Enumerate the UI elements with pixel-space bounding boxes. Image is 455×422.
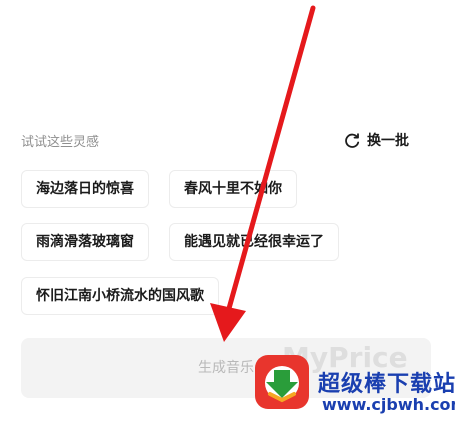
- refresh-label: 换一批: [367, 133, 409, 149]
- refresh-icon: [345, 133, 360, 148]
- inspiration-chip-5[interactable]: 怀旧江南小桥流水的国风歌: [21, 277, 219, 315]
- inspiration-chip-1[interactable]: 海边落日的惊喜: [21, 170, 149, 208]
- refresh-button[interactable]: 换一批: [343, 131, 409, 151]
- inspiration-chip-3[interactable]: 雨滴滑落玻璃窗: [21, 223, 149, 261]
- watermark-brand: 超级棒下载站: [318, 372, 455, 397]
- inspiration-chip-2[interactable]: 春风十里不如你: [169, 170, 297, 208]
- inspiration-chip-4[interactable]: 能遇见就已经很幸运了: [169, 223, 339, 261]
- watermark-logo-icon: [255, 355, 309, 409]
- inspiration-title: 试试这些灵感: [21, 135, 100, 150]
- watermark-url: www.cjbwh.com: [322, 395, 455, 414]
